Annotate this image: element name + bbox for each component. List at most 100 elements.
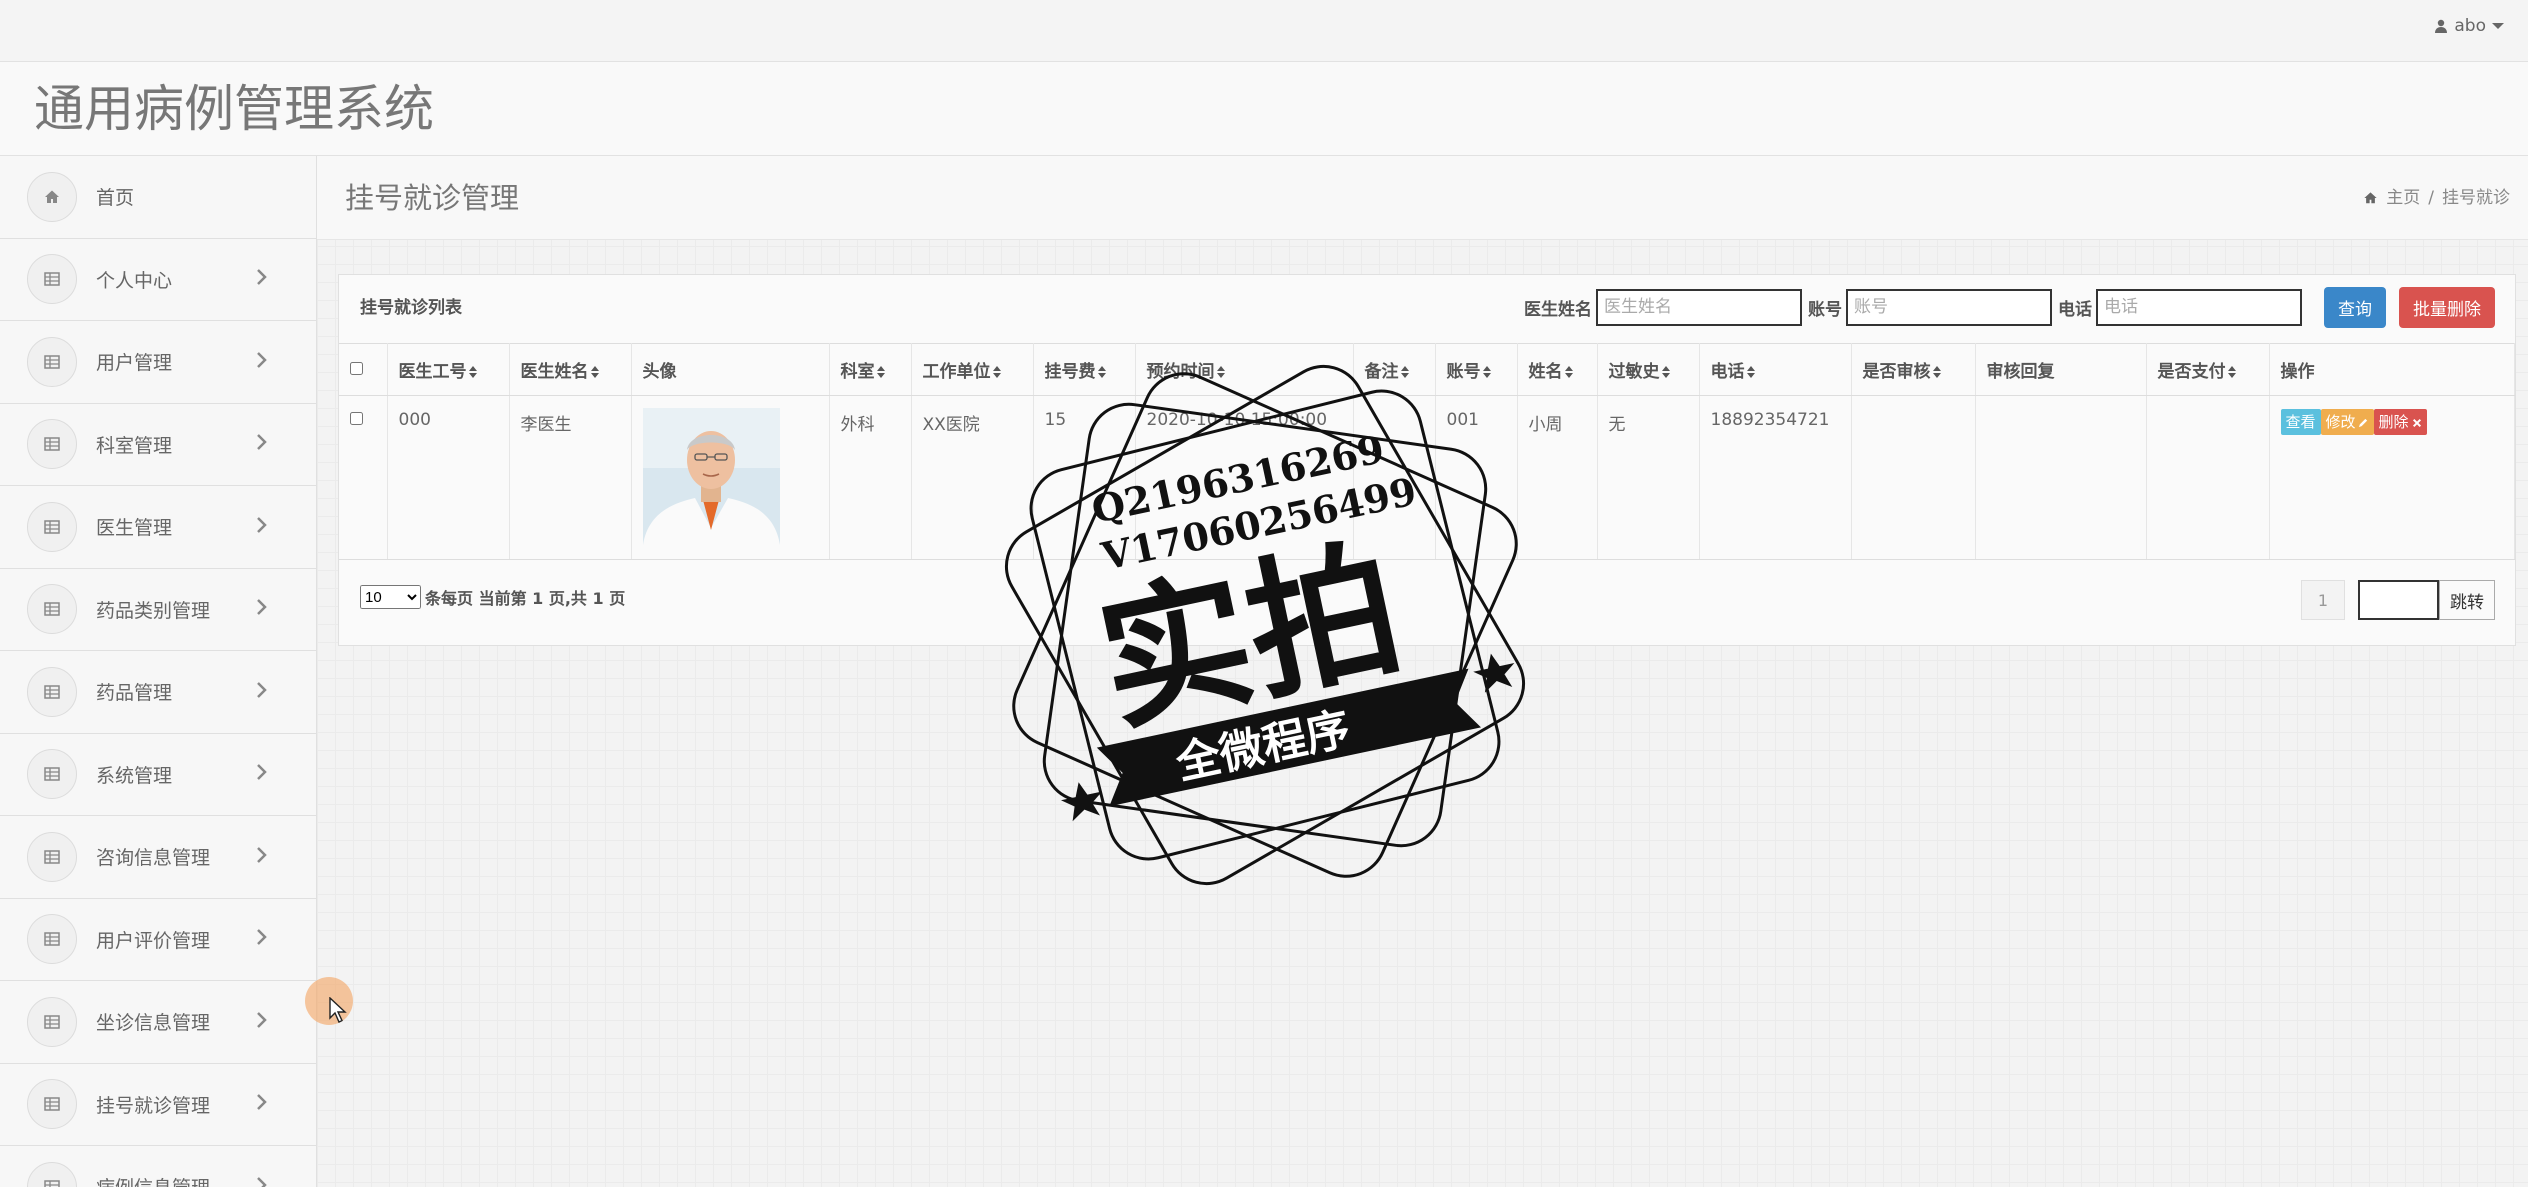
column-header[interactable]: 工作单位 (911, 343, 1034, 396)
account-input[interactable] (1846, 288, 2052, 326)
doctor-avatar (642, 408, 780, 545)
grid-icon (27, 584, 77, 635)
column-header[interactable]: 账号 (1435, 343, 1518, 396)
sidebar-item-label: 用户管理 (96, 352, 173, 375)
batch-delete-button[interactable]: 批量删除 (2399, 286, 2495, 328)
column-header-label: 是否支付 (2157, 362, 2226, 382)
cell-allergy: 无 (1597, 395, 1700, 560)
column-header-label: 审核回复 (1986, 362, 2055, 382)
mouse-cursor (305, 977, 353, 1025)
sidebar-item-case-records[interactable]: 病例信息管理 (0, 1146, 316, 1187)
delete-button[interactable]: 删除 (2373, 409, 2427, 435)
column-header[interactable]: 医生工号 (387, 343, 510, 396)
column-header: 头像 (631, 343, 830, 396)
cell-appointment-time: 2020-10-10 15:00:00 (1135, 395, 1354, 560)
sidebar-item-label: 科室管理 (96, 434, 173, 457)
doctor-name-input[interactable] (1596, 288, 1802, 326)
pointer-icon (329, 997, 347, 1023)
edit-button[interactable]: 修改 (2320, 409, 2374, 435)
user-menu[interactable]: abo (2434, 16, 2504, 36)
grid-icon (27, 501, 77, 552)
column-header[interactable]: 科室 (829, 343, 912, 396)
chevron-right-icon (256, 598, 268, 620)
sidebar-item-registrations[interactable]: 挂号就诊管理 (0, 1063, 316, 1146)
sidebar-item-label: 坐诊信息管理 (96, 1012, 211, 1035)
sidebar-item-system[interactable]: 系统管理 (0, 733, 316, 816)
grid-icon (27, 749, 77, 800)
page-header: 挂号就诊管理 主页 / 挂号就诊 (317, 156, 2528, 240)
column-header[interactable]: 备注 (1353, 343, 1436, 396)
cell-paid (2146, 395, 2270, 560)
column-header[interactable]: 是否支付 (2146, 343, 2270, 396)
sort-icon (1400, 366, 1409, 378)
sidebar-item-personal-center[interactable]: 个人中心 (0, 238, 316, 321)
pagination-controls: 1 跳转 (2301, 580, 2495, 620)
view-button-label: 查看 (2285, 413, 2316, 431)
column-header[interactable]: 过敏史 (1597, 343, 1700, 396)
caret-down-icon (2492, 23, 2504, 29)
cell-actions: 查看 修改 删除 (2269, 395, 2515, 560)
sidebar-item-drug-categories[interactable]: 药品类别管理 (0, 568, 316, 651)
sidebar-item-clinic-schedule[interactable]: 坐诊信息管理 (0, 981, 316, 1064)
sort-icon (876, 366, 885, 378)
grid-icon (27, 914, 77, 965)
column-header[interactable]: 预约时间 (1135, 343, 1354, 396)
grid-icon (27, 254, 77, 305)
column-header[interactable]: 电话 (1699, 343, 1852, 396)
phone-input[interactable] (2096, 288, 2302, 326)
cell-account: 001 (1435, 395, 1518, 560)
sort-icon (590, 366, 599, 378)
column-header-label: 备注 (1364, 362, 1399, 382)
cell-fee: 15 (1033, 395, 1136, 560)
column-header-label: 医生姓名 (520, 362, 589, 382)
panel-title: 挂号就诊列表 (360, 298, 462, 318)
column-header[interactable]: 是否审核 (1851, 343, 1976, 396)
column-header-label: 姓名 (1528, 362, 1563, 382)
sidebar-item-drugs[interactable]: 药品管理 (0, 651, 316, 734)
pagination-text: 条每页 当前第 1 页,共 1 页 (425, 589, 626, 608)
sidebar-item-departments[interactable]: 科室管理 (0, 403, 316, 486)
sort-icon (992, 366, 1001, 378)
breadcrumb-home-link[interactable]: 主页 (2386, 156, 2420, 240)
column-header-label: 预约时间 (1146, 362, 1215, 382)
sort-icon (1097, 366, 1106, 378)
cell-phone: 18892354721 (1699, 395, 1852, 560)
page-jump-button[interactable]: 跳转 (2439, 580, 2495, 620)
breadcrumb-separator: / (2428, 188, 2434, 208)
doctor-name-label: 医生姓名 (1524, 299, 1592, 320)
column-header[interactable]: 挂号费 (1033, 343, 1136, 396)
sidebar-item-label: 个人中心 (96, 269, 173, 292)
select-all-checkbox[interactable] (350, 361, 363, 375)
chevron-right-icon (256, 516, 268, 538)
chevron-right-icon (256, 928, 268, 950)
sidebar-item-doctors[interactable]: 医生管理 (0, 486, 316, 569)
page-number-button[interactable]: 1 (2301, 580, 2345, 620)
sidebar-item-label: 药品类别管理 (96, 599, 211, 622)
row-checkbox[interactable] (350, 412, 363, 425)
page-jump-input[interactable] (2358, 580, 2439, 620)
view-button[interactable]: 查看 (2280, 409, 2321, 435)
sort-icon (1216, 366, 1225, 378)
query-button[interactable]: 查询 (2324, 286, 2386, 328)
cell-reviewed (1851, 395, 1976, 560)
sort-icon (1482, 366, 1491, 378)
column-header-label: 头像 (642, 362, 677, 382)
chevron-right-icon (256, 1093, 268, 1115)
chevron-right-icon (256, 763, 268, 785)
page-size-select[interactable]: 10 (360, 585, 421, 609)
column-header[interactable]: 医生姓名 (509, 343, 632, 396)
account-label: 账号 (1808, 299, 1842, 320)
sidebar-item-home[interactable]: 首页 (0, 156, 316, 239)
sidebar-item-reviews[interactable]: 用户评价管理 (0, 898, 316, 981)
grid-icon (27, 1079, 77, 1130)
table-row: 000 李医生 外科 XX医院 15 2020-10-10 15:00:00 0… (339, 395, 2515, 560)
column-header[interactable]: 姓名 (1517, 343, 1598, 396)
sidebar-item-consultations[interactable]: 咨询信息管理 (0, 816, 316, 899)
edit-button-label: 修改 (2325, 413, 2356, 431)
sidebar-item-label: 病例信息管理 (96, 1173, 210, 1187)
chevron-right-icon (256, 1011, 268, 1033)
sidebar-item-label: 挂号就诊管理 (96, 1094, 211, 1117)
sidebar-item-users[interactable]: 用户管理 (0, 321, 316, 404)
column-header-label: 过敏史 (1608, 362, 1660, 382)
user-icon (2435, 19, 2448, 33)
